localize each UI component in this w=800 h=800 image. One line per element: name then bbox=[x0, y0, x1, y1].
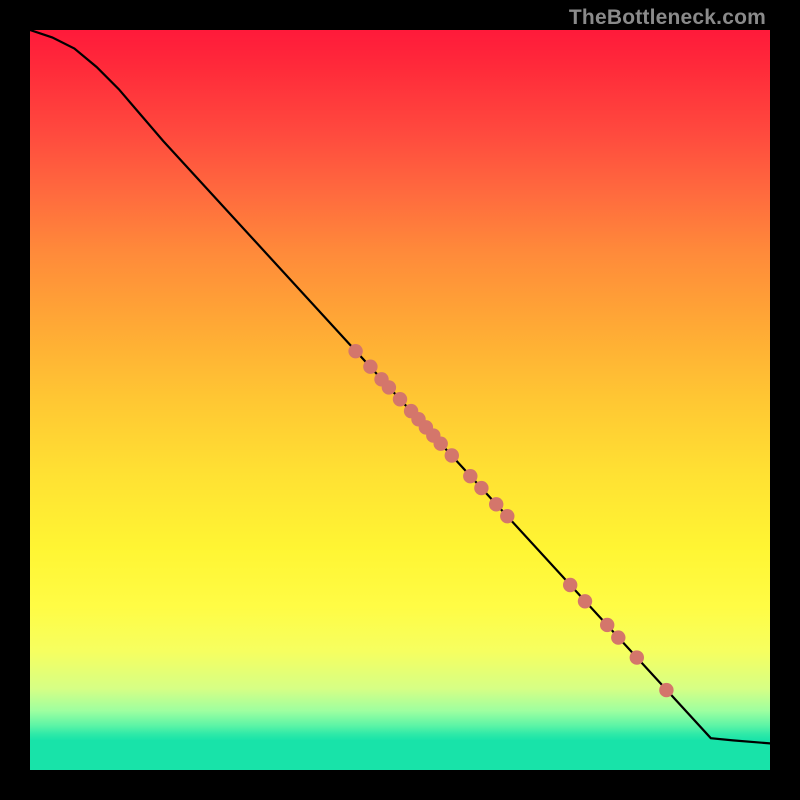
watermark-label: TheBottleneck.com bbox=[569, 6, 766, 30]
chart-svg bbox=[30, 30, 770, 770]
chart-marker bbox=[474, 481, 488, 495]
chart-marker bbox=[600, 618, 614, 632]
chart-marker bbox=[563, 578, 577, 592]
chart-marker bbox=[445, 448, 459, 462]
chart-marker bbox=[611, 630, 625, 644]
chart-marker bbox=[500, 509, 514, 523]
chart-marker bbox=[630, 650, 644, 664]
chart-marker bbox=[578, 594, 592, 608]
chart-marker bbox=[434, 436, 448, 450]
chart-marker bbox=[382, 380, 396, 394]
chart-marker bbox=[348, 344, 362, 358]
chart-marker bbox=[363, 360, 377, 374]
chart-marker bbox=[393, 392, 407, 406]
chart-marker bbox=[489, 497, 503, 511]
chart-marker bbox=[659, 683, 673, 697]
chart-marker bbox=[463, 469, 477, 483]
chart-curve bbox=[30, 30, 770, 743]
